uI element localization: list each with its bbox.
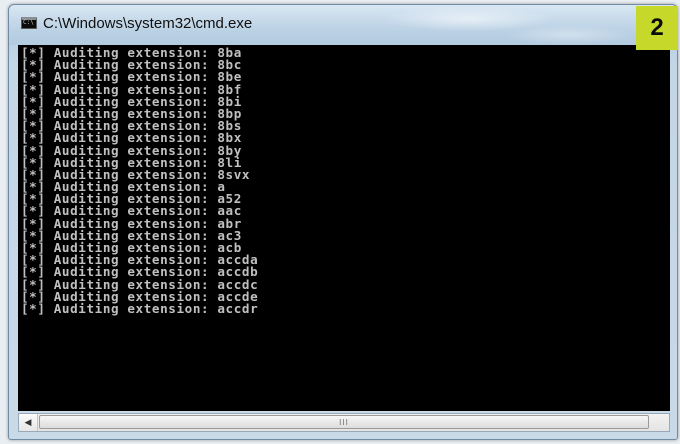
cmd-icon-label: C:\ xyxy=(23,19,34,26)
console-lines: [*] Auditing extension: 8ba [*] Auditing … xyxy=(21,46,259,316)
cmd-window: C:\ C:\Windows\system32\cmd.exe [*] Audi… xyxy=(8,4,678,440)
horizontal-scrollbar[interactable]: ◀ III xyxy=(18,413,670,432)
scroll-left-arrow-icon[interactable]: ◀ xyxy=(19,414,38,431)
console-output[interactable]: [*] Auditing extension: 8ba [*] Auditing … xyxy=(18,45,670,411)
scroll-grip-icon: III xyxy=(339,418,349,427)
console-line: [*] Auditing extension: accdr xyxy=(21,300,259,316)
window-title: C:\Windows\system32\cmd.exe xyxy=(43,15,253,32)
scroll-thumb[interactable]: III xyxy=(39,415,649,429)
cmd-icon[interactable]: C:\ xyxy=(21,17,37,29)
step-number-badge: 2 xyxy=(636,6,678,50)
title-bar[interactable]: C:\ C:\Windows\system32\cmd.exe xyxy=(9,5,677,45)
